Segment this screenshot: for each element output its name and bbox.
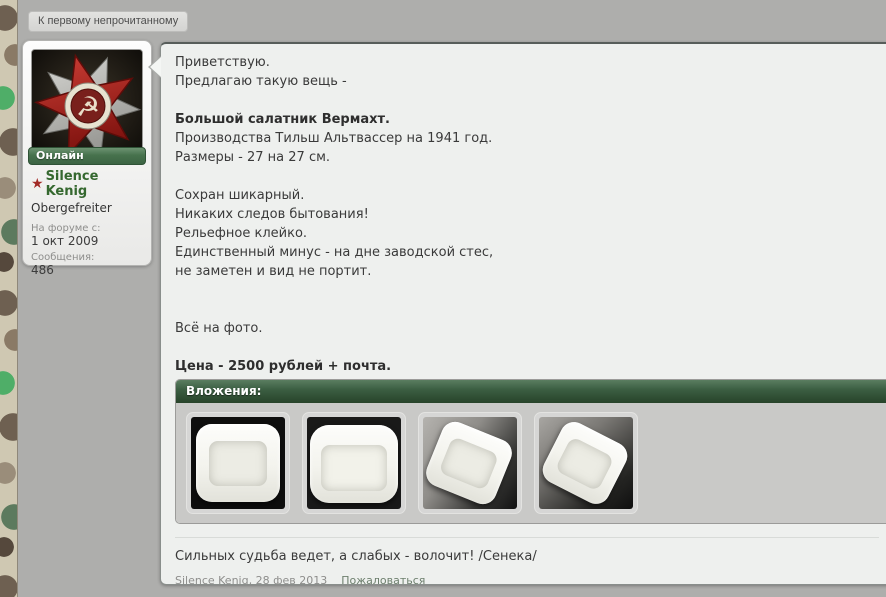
first-unread-button[interactable]: К первому непрочитанному [28, 11, 189, 32]
svg-text:☭: ☭ [76, 92, 100, 123]
user-meta: На форуме с: 1 окт 2009 Сообщения: 486 [31, 223, 143, 277]
bowl-floor-shading [438, 435, 500, 492]
post-message: Приветствую. Предлагаю такую вещь - Больш… [175, 53, 879, 376]
user-avatar[interactable]: ☭ [31, 49, 143, 159]
post-text-line: Никаких следов бытования! [175, 207, 369, 222]
order-of-patriotic-war-medal-icon: ☭ [32, 50, 142, 158]
bowl-floor-shading [209, 441, 267, 487]
attachments-header: Вложения: [176, 380, 886, 403]
bowl-shape [310, 425, 398, 503]
user-meta-label: Сообщения: [31, 252, 95, 263]
bowl-photo [539, 417, 633, 509]
attachment-thumbnail[interactable] [186, 412, 290, 514]
user-info-card: ☭ Онлайн ★ Silence Kenig Obergefreiter Н… [22, 40, 152, 277]
bowl-photo [423, 417, 517, 509]
attachment-thumbnail[interactable] [534, 412, 638, 514]
post-text-line: Предлагаю такую вещь - [175, 74, 347, 89]
username-link[interactable]: Silence Kenig [46, 169, 143, 199]
post-text-line: Рельефное клейко. [175, 226, 308, 241]
post-text-line: Всё на фото. [175, 321, 263, 336]
post-text-line: Большой салатник Вермахт. [175, 112, 390, 127]
bowl-floor-shading [321, 445, 387, 491]
bowl-shape [196, 424, 280, 502]
post-text-line: Приветствую. [175, 55, 270, 70]
online-status-badge: Онлайн [28, 147, 146, 165]
post-text-line: Производства Тильш Альтвассер на 1941 го… [175, 131, 493, 146]
user-signature: Сильных судьба ведет, а слабых - волочит… [175, 537, 879, 564]
user-rank: Obergefreiter [31, 201, 112, 215]
report-link[interactable]: Пожаловаться [341, 574, 425, 587]
post-text-line: Сохран шикарный. [175, 188, 305, 203]
user-meta-value: 486 [31, 263, 54, 277]
bowl-shape [539, 417, 633, 509]
attachments-block: Вложения: [175, 379, 886, 524]
post-footer: Silence Kenig, 28 фев 2013 Пожаловаться [175, 574, 879, 587]
camouflage-border [0, 0, 18, 597]
post-text-line: Единственный минус - на дне заводской ст… [175, 245, 494, 260]
bowl-photo [191, 417, 285, 509]
bowl-photo [307, 417, 401, 509]
rank-star-icon: ★ [31, 176, 44, 192]
user-meta-value: 1 окт 2009 [31, 234, 99, 248]
attachment-thumbnail[interactable] [418, 412, 522, 514]
user-meta-label: На форуме с: [31, 223, 101, 234]
post-text-line: не заметен и вид не портит. [175, 264, 372, 279]
post-text-line: Цена - 2500 рублей + почта. [175, 359, 392, 374]
bowl-floor-shading [554, 435, 616, 492]
attachment-thumbnail[interactable] [302, 412, 406, 514]
forum-page: { "colors": { "page_bg": "#aeaeac", "pan… [0, 0, 886, 597]
attachments-list [176, 403, 886, 523]
post-text-line: Размеры - 27 на 27 см. [175, 150, 331, 165]
post-panel: Приветствую. Предлагаю такую вещь - Больш… [148, 42, 886, 587]
author-and-date: Silence Kenig, 28 фев 2013 [175, 574, 328, 587]
bowl-shape [423, 417, 517, 509]
speech-pointer-icon [150, 57, 161, 77]
